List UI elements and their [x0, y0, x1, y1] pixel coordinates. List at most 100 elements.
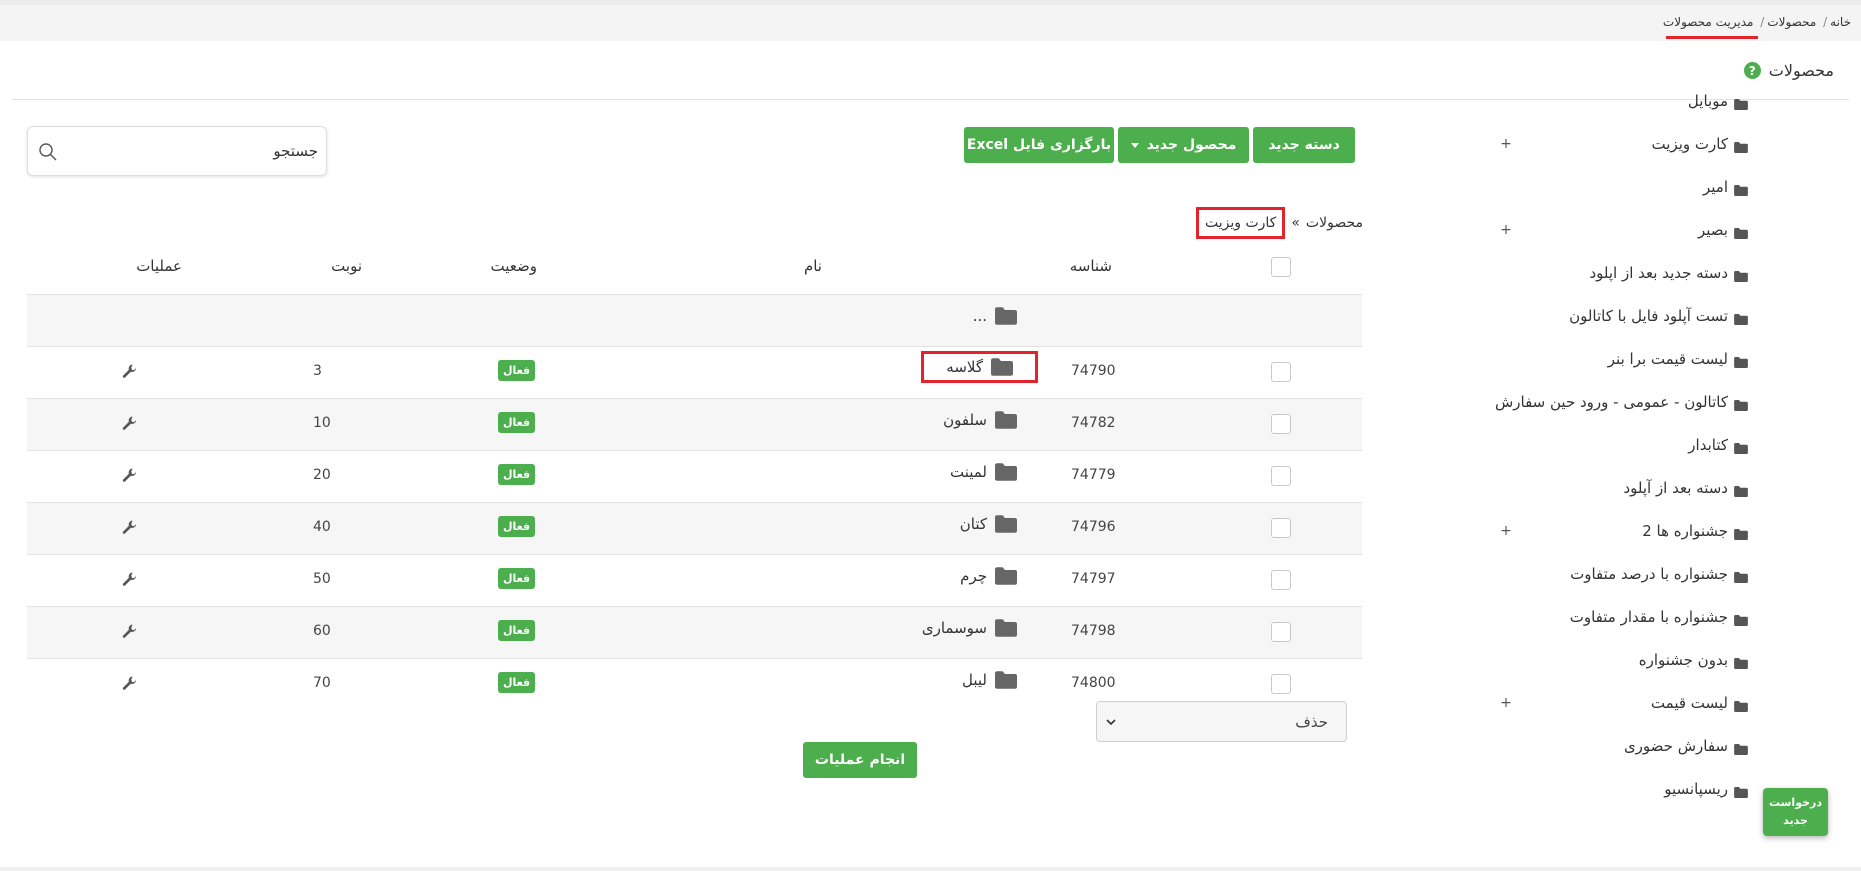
new-category-button[interactable]: دسته جدید [1253, 127, 1355, 163]
path-separator: » [1291, 215, 1300, 231]
sidebar-item-label: کارت ویزیت [1651, 135, 1728, 153]
sidebar-item-label: بصیر [1698, 221, 1728, 239]
row-name[interactable]: لیبل [962, 671, 1017, 689]
parent-folder-cell[interactable]: ... [973, 307, 1017, 325]
expand-plus-icon[interactable]: + [1499, 137, 1513, 151]
bulk-action-select[interactable]: حذف [1096, 701, 1347, 742]
expand-plus-icon[interactable]: + [1499, 524, 1513, 538]
row-name[interactable]: لمینت [950, 463, 1017, 481]
sidebar-item[interactable]: بدون جشنواره [1639, 649, 1748, 671]
sidebar-item[interactable]: دسته بعد از آپلود [1623, 477, 1748, 499]
help-icon[interactable]: ? [1743, 62, 1761, 79]
sidebar-item[interactable]: ریسپانسیو [1664, 778, 1748, 800]
sidebar-item[interactable]: لیست قیمت برا بنر [1608, 348, 1748, 370]
path-root[interactable]: محصولات [1306, 215, 1363, 231]
folder-icon [995, 515, 1017, 533]
wrench-icon[interactable] [122, 415, 138, 431]
sidebar-item[interactable]: سفارش حضوری [1624, 735, 1748, 757]
header-order: نوبت [331, 257, 362, 275]
chevron-down-icon [1106, 719, 1116, 726]
bulk-submit-button[interactable]: انجام عملیات [803, 742, 917, 778]
sidebar-item[interactable]: کارت ویزیت [1652, 133, 1748, 155]
folder-icon [1734, 657, 1748, 669]
search-input[interactable] [68, 139, 318, 163]
folder-icon [1734, 399, 1748, 411]
wrench-icon[interactable] [122, 675, 138, 691]
new-request-button[interactable]: درخواست جدید [1763, 788, 1828, 836]
sidebar-item-label: کتابدار [1688, 436, 1728, 454]
status-badge: فعال [498, 568, 536, 589]
table-row-parent[interactable]: ... [27, 294, 1362, 346]
row-id: 74782 [1071, 415, 1116, 431]
header-operations: عملیات [136, 257, 182, 275]
row-name[interactable]: چرم [960, 567, 1017, 585]
sidebar-item[interactable]: لیست قیمت [1651, 692, 1748, 714]
wrench-icon[interactable] [122, 519, 138, 535]
status-badge: فعال [498, 672, 536, 693]
row-name-label: لمینت [949, 463, 987, 481]
row-name-label: چرم [960, 567, 987, 585]
sidebar-item[interactable]: تست آپلود فایل با کاتالون [1569, 305, 1748, 327]
expand-plus-icon[interactable]: + [1499, 696, 1513, 710]
sidebar-item[interactable]: کاتالون - عمومی - ورود حین سفارش [1495, 391, 1748, 413]
sidebar-item[interactable]: امیر [1703, 176, 1748, 198]
sidebar-item[interactable]: جشنواره با درصد متفاوت [1570, 563, 1748, 585]
table-row[interactable]: 74798 سوسماری فعال 60 [27, 606, 1362, 658]
row-name-label: کتان [959, 515, 987, 533]
row-checkbox[interactable] [1271, 622, 1291, 642]
sidebar-item[interactable]: جشنواره با مقدار متفاوت [1570, 606, 1748, 628]
header-name: نام [803, 257, 822, 275]
table-row[interactable]: 74779 لمینت فعال 20 [27, 450, 1362, 502]
sidebar-item[interactable]: کتابدار [1688, 434, 1748, 456]
table-row[interactable]: 74797 چرم فعال 50 [27, 554, 1362, 606]
wrench-icon[interactable] [122, 623, 138, 639]
wrench-icon[interactable] [122, 363, 138, 379]
row-order: 10 [313, 415, 331, 431]
sidebar-item-label: کاتالون - عمومی - ورود حین سفارش [1494, 393, 1728, 411]
wrench-icon[interactable] [122, 571, 138, 587]
select-all-checkbox[interactable] [1271, 257, 1291, 277]
folder-icon [991, 358, 1013, 376]
breadcrumb-products[interactable]: محصولات [1767, 15, 1816, 29]
folder-icon [1734, 227, 1748, 239]
row-order: 3 [313, 363, 322, 379]
sidebar-item[interactable]: بصیر [1698, 219, 1748, 241]
status-badge: فعال [498, 464, 536, 485]
table-row[interactable]: 74782 سلفون فعال 10 [27, 398, 1362, 450]
row-checkbox[interactable] [1271, 518, 1291, 538]
folder-icon [1734, 313, 1748, 325]
row-checkbox[interactable] [1271, 362, 1291, 382]
row-checkbox[interactable] [1271, 570, 1291, 590]
folder-icon [1734, 141, 1748, 153]
row-id: 74797 [1071, 571, 1116, 587]
folder-icon [1734, 442, 1748, 454]
status-badge: فعال [498, 516, 536, 537]
row-name[interactable]: گلاسه [921, 351, 1038, 383]
table-row[interactable]: 74796 کتان فعال 40 [27, 502, 1362, 554]
row-checkbox[interactable] [1271, 674, 1291, 694]
sidebar-item-label: لیست قیمت برا بنر [1607, 350, 1728, 368]
new-product-button[interactable]: محصول جدید [1118, 127, 1249, 163]
row-checkbox[interactable] [1271, 414, 1291, 434]
row-name[interactable]: سوسماری [922, 619, 1017, 637]
sidebar-item[interactable]: جشنواره ها 2 [1642, 520, 1748, 542]
row-name-label: گلاسه [946, 358, 983, 376]
sidebar-item[interactable]: دسته جدید بعد از اپلود [1589, 262, 1748, 284]
status-badge: فعال [498, 620, 536, 641]
search-box [27, 126, 327, 176]
sidebar-item-label: لیست قیمت [1650, 694, 1728, 712]
row-name[interactable]: کتان [960, 515, 1017, 533]
table-row[interactable]: 74790 گلاسه فعال 3 [27, 346, 1362, 398]
sidebar-item[interactable]: موبایل [1688, 90, 1748, 112]
wrench-icon[interactable] [122, 467, 138, 483]
category-path: محصولات » کارت ویزیت [1195, 207, 1363, 239]
expand-plus-icon[interactable]: + [1499, 223, 1513, 237]
breadcrumb-home[interactable]: خانه [1830, 15, 1851, 29]
sidebar-item-label: جشنواره با درصد متفاوت [1570, 565, 1728, 583]
row-name[interactable]: سلفون [943, 411, 1017, 429]
upload-excel-button[interactable]: بارگزاری فایل Excel [964, 127, 1114, 163]
search-icon[interactable] [38, 142, 58, 162]
sidebar-item-label: امیر [1702, 178, 1728, 196]
row-checkbox[interactable] [1271, 466, 1291, 486]
row-name-label: سلفون [943, 411, 987, 429]
